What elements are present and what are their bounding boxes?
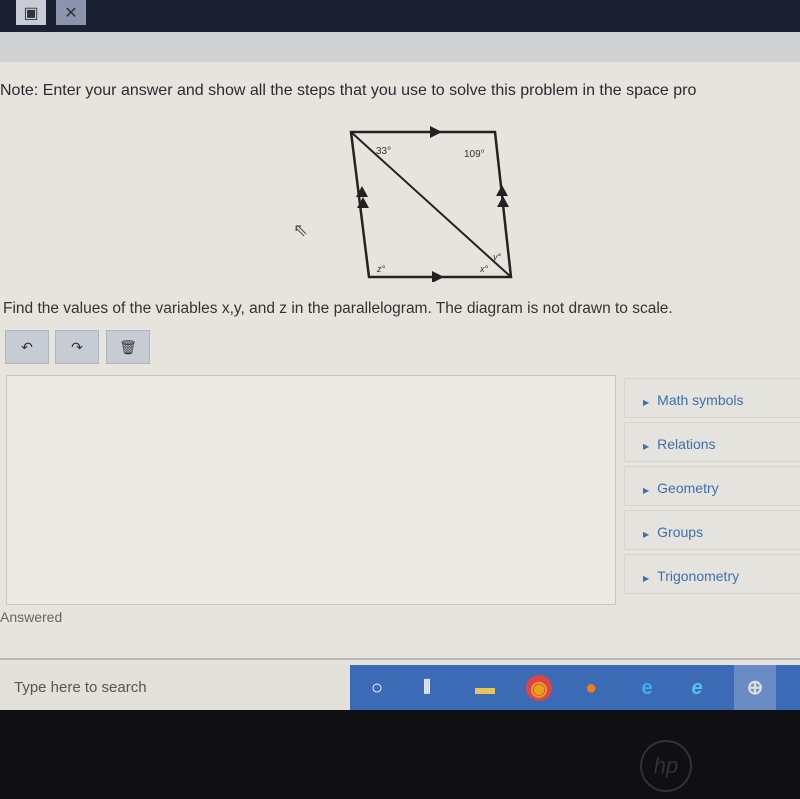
note-text: Note: Enter your answer and show all the… xyxy=(0,82,697,99)
notes-tab-icon[interactable]: ▣ xyxy=(16,0,46,25)
category-label: Geometry xyxy=(657,480,719,496)
angle-109: 109° xyxy=(464,149,485,160)
arrow-right-2 xyxy=(497,196,509,207)
arrow-top xyxy=(430,126,442,138)
status-answered: Answered xyxy=(0,609,63,625)
category-label: Relations xyxy=(657,436,716,452)
category-groups[interactable]: ▶ Groups xyxy=(624,510,800,550)
internet-explorer-icon[interactable]: e xyxy=(684,675,710,701)
hp-logo: hp xyxy=(640,740,692,792)
task-view-icon[interactable]: ⫼ xyxy=(414,675,440,701)
category-math-symbols[interactable]: ▶ Math symbols xyxy=(624,378,800,418)
answer-editor[interactable] xyxy=(6,375,616,605)
category-trigonometry[interactable]: ▶ Trigonometry xyxy=(624,554,800,594)
angle-y: y° xyxy=(492,252,502,262)
redo-button[interactable]: ↷ xyxy=(55,330,99,364)
parallelogram-diagram: 33° 109° z° x° y° xyxy=(349,126,513,282)
cortana-icon[interactable]: ○ xyxy=(364,675,390,701)
diagonal xyxy=(350,131,512,278)
header-band xyxy=(0,32,800,62)
arrow-bottom xyxy=(432,271,444,282)
undo-button[interactable]: ↶ xyxy=(5,330,49,364)
caret-right-icon: ▶ xyxy=(643,574,650,583)
category-label: Groups xyxy=(657,524,704,540)
taskbar-search-input[interactable]: Type here to search xyxy=(14,679,147,696)
firefox-icon[interactable]: ● xyxy=(578,675,604,701)
caret-right-icon: ▶ xyxy=(643,442,650,451)
taskbar: Type here to search ○ ⫼ ▬ ◉ ● e e ⊕ xyxy=(0,665,800,710)
close-icon[interactable]: ✕ xyxy=(56,0,86,25)
arrow-right-1 xyxy=(496,185,508,196)
divider xyxy=(0,658,800,660)
caret-right-icon: ▶ xyxy=(643,486,650,495)
caret-right-icon: ▶ xyxy=(643,530,650,539)
question-page: Note: Enter your answer and show all the… xyxy=(0,32,800,667)
angle-33: 33° xyxy=(376,146,391,157)
delete-button[interactable]: 🗑 xyxy=(106,330,150,364)
category-label: Trigonometry xyxy=(657,568,740,584)
caret-right-icon: ▶ xyxy=(643,398,650,407)
angle-z: z° xyxy=(376,264,386,274)
taskbar-apps: ○ ⫼ ▬ ◉ ● e e ⊕ xyxy=(350,665,800,710)
chrome-icon[interactable]: ◉ xyxy=(526,675,552,701)
category-relations[interactable]: ▶ Relations xyxy=(624,422,800,462)
mouse-cursor-icon: ⇖ xyxy=(293,220,309,240)
angle-x: x° xyxy=(479,264,489,274)
category-geometry[interactable]: ▶ Geometry xyxy=(624,466,800,506)
globe-icon[interactable]: ⊕ xyxy=(734,665,776,710)
question-text: Find the values of the variables x,y, an… xyxy=(3,300,673,317)
category-label: Math symbols xyxy=(657,392,744,408)
file-explorer-icon[interactable]: ▬ xyxy=(472,675,498,701)
edge-icon[interactable]: e xyxy=(634,675,660,701)
